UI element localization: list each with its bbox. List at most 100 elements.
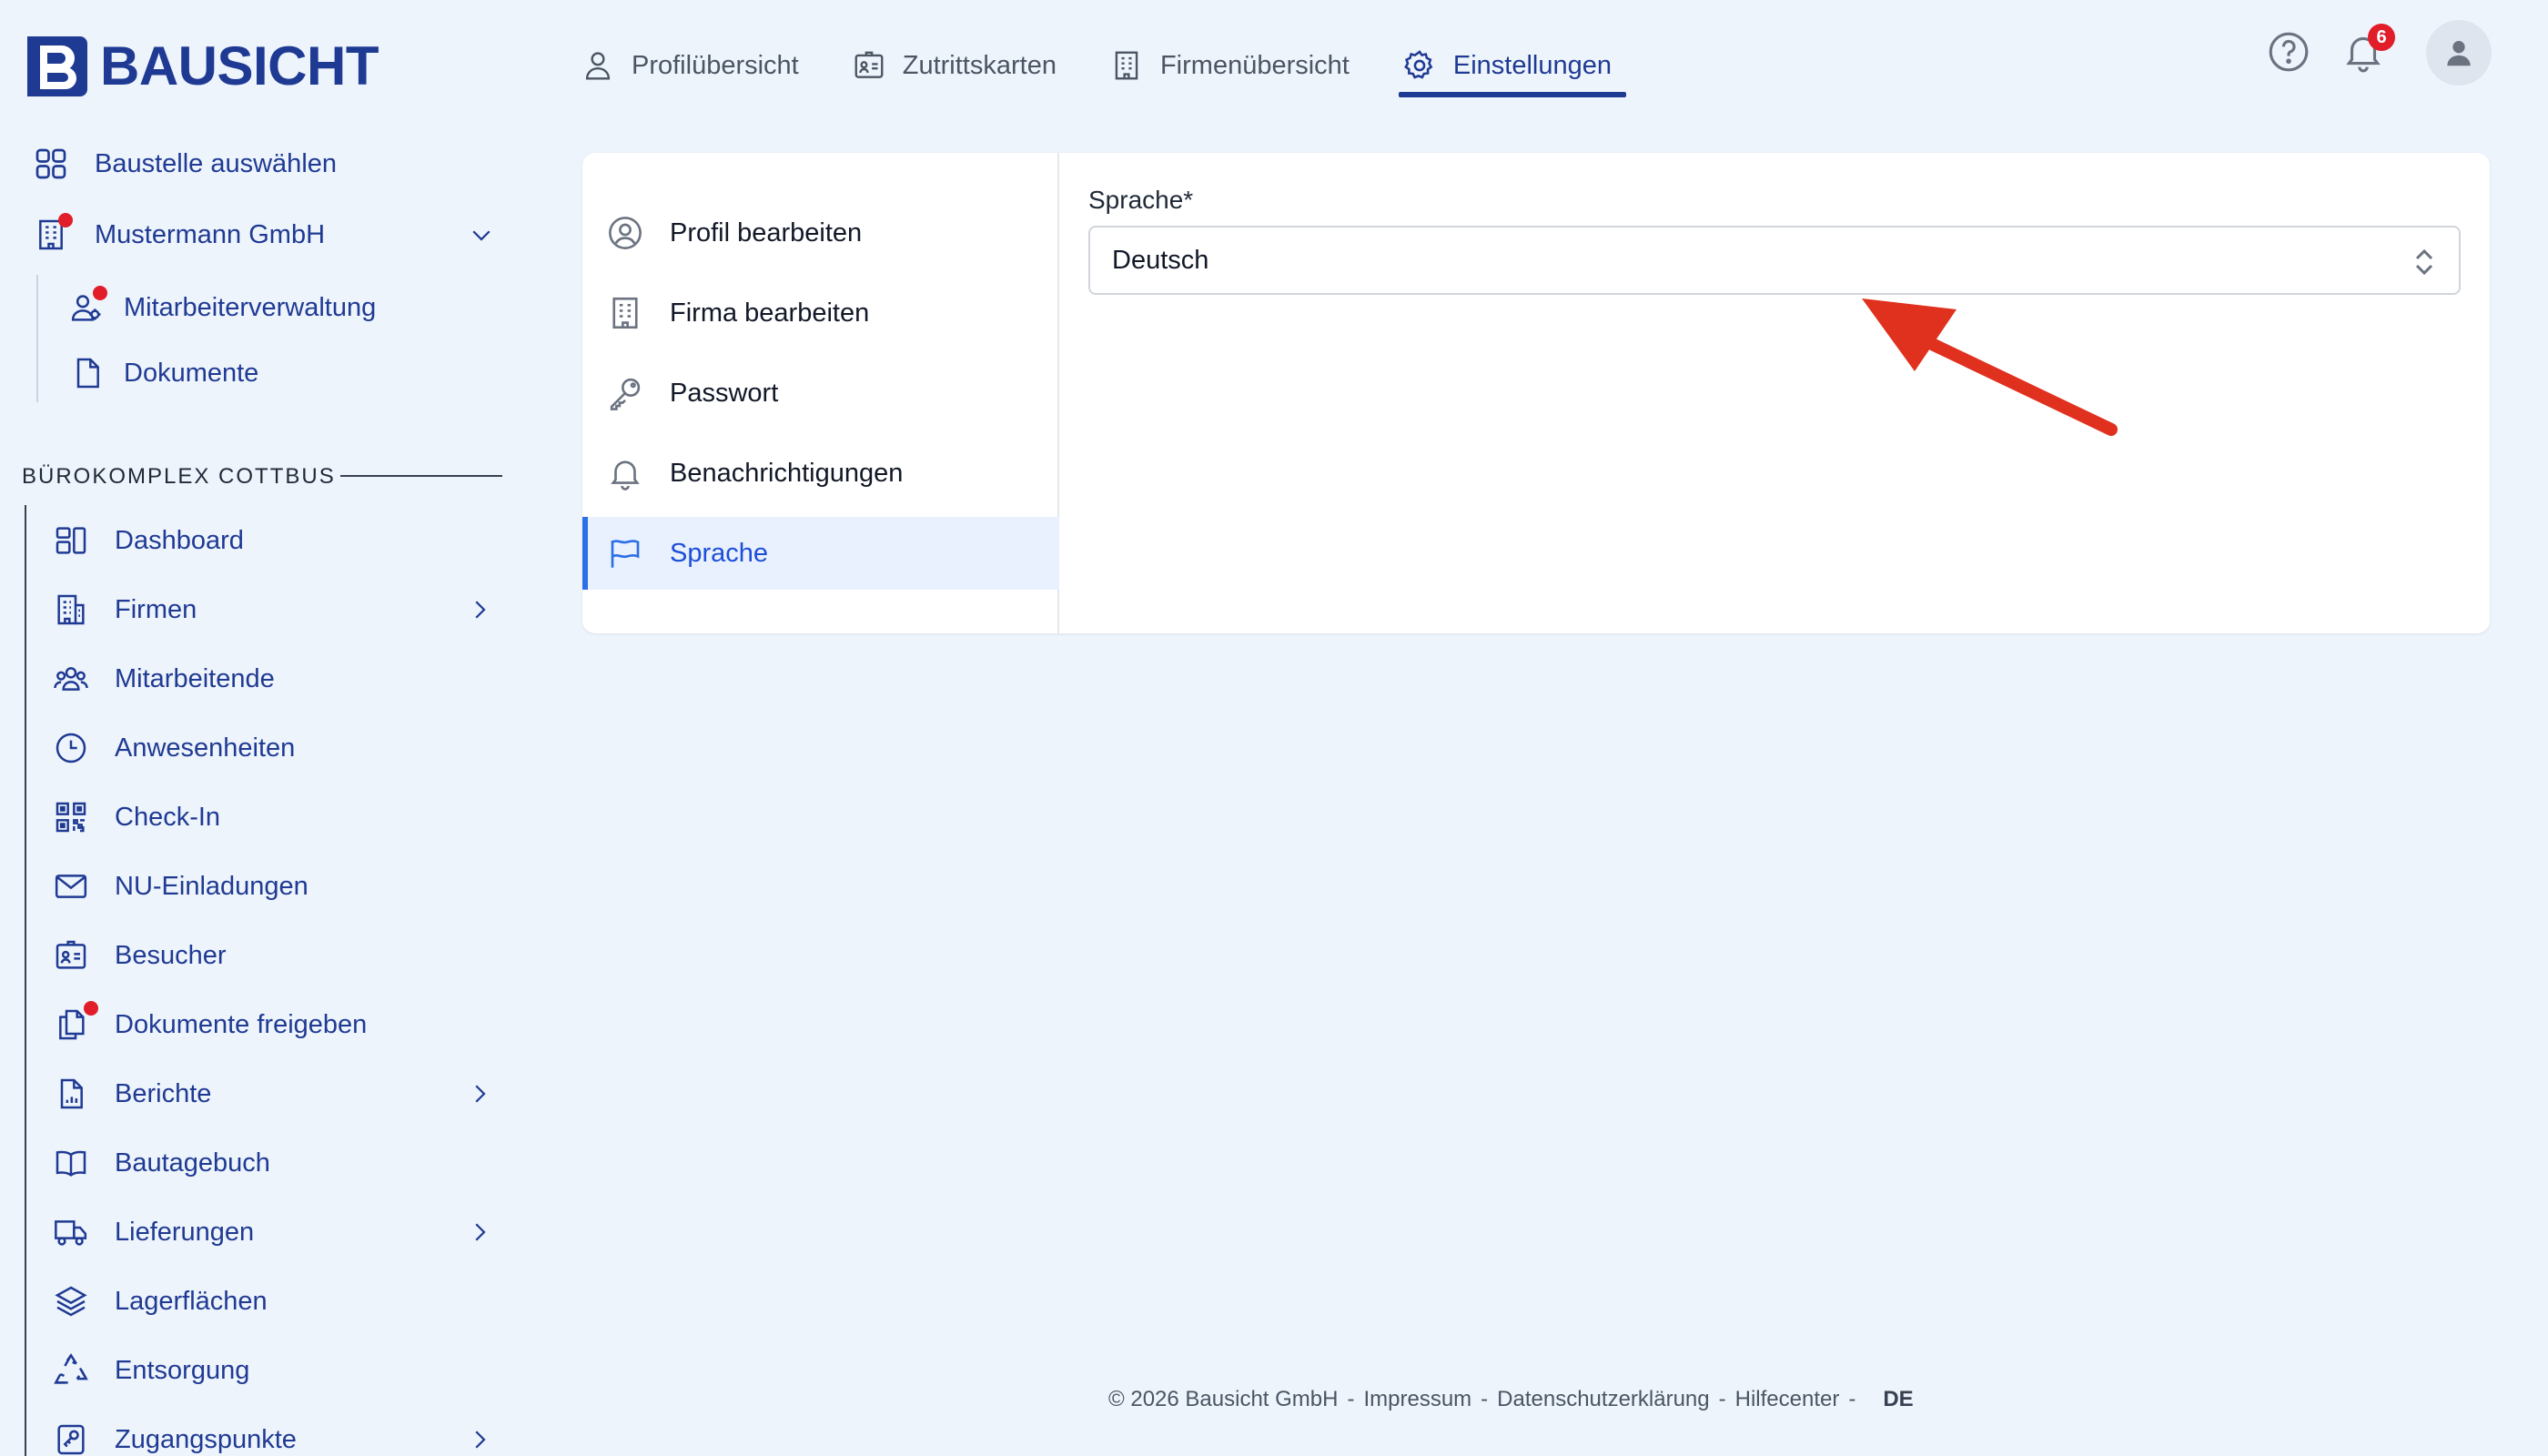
report-icon xyxy=(53,1076,89,1112)
tab-firmenubersicht[interactable]: Firmenübersicht xyxy=(1107,34,1351,97)
notification-dot xyxy=(58,213,73,228)
top-navigation: Profilübersicht Zutrittskarten Firmenübe… xyxy=(579,33,1663,98)
notification-dot xyxy=(84,1001,98,1016)
sidebar-item-label: Dashboard xyxy=(115,525,244,555)
sidebar-item-mitarbeiterverwaltung[interactable]: Mitarbeiterverwaltung xyxy=(69,286,376,326)
menu-item-label: Firma bearbeiten xyxy=(670,298,870,328)
menu-item-label: Passwort xyxy=(670,378,779,408)
sidebar-item-mitarbeitende[interactable]: Mitarbeitende xyxy=(53,661,275,697)
sidebar-item-bautagebuch[interactable]: Bautagebuch xyxy=(53,1145,270,1181)
sidebar-item-lagerflachen[interactable]: Lagerflächen xyxy=(53,1283,268,1320)
language-select[interactable]: Deutsch xyxy=(1088,226,2461,295)
sidebar-item-label: Lieferungen xyxy=(115,1217,255,1247)
bell-icon xyxy=(611,460,640,490)
header-actions: 6 xyxy=(2266,20,2492,86)
footer-copyright: © 2026 Bausicht GmbH xyxy=(1108,1387,1339,1411)
select-updown-icon xyxy=(2415,248,2433,276)
menu-item-sprache[interactable]: Sprache xyxy=(582,517,1059,590)
sidebar-item-nu-einladungen[interactable]: NU-Einladungen xyxy=(53,868,308,905)
sidebar-item-label: Lagerflächen xyxy=(115,1286,268,1316)
tab-label: Zutrittskarten xyxy=(902,50,1057,80)
bausicht-logo-icon xyxy=(27,35,87,96)
tab-profilubersicht[interactable]: Profilübersicht xyxy=(579,34,801,97)
notification-count-badge: 6 xyxy=(2368,24,2395,51)
building-icon xyxy=(53,592,89,628)
sidebar-item-label: Bautagebuch xyxy=(115,1148,270,1178)
building-icon xyxy=(1115,51,1138,80)
sidebar-item-label: Check-In xyxy=(115,802,221,832)
book-icon xyxy=(53,1145,89,1181)
section-divider xyxy=(340,475,502,477)
sidebar-item-berichte[interactable]: Berichte xyxy=(53,1076,495,1112)
avatar-person-icon xyxy=(2447,41,2471,66)
menu-item-profil-bearbeiten[interactable]: Profil bearbeiten xyxy=(582,197,1059,269)
sidebar-item-label: Anwesenheiten xyxy=(115,733,296,763)
sidebar-item-lieferungen[interactable]: Lieferungen xyxy=(53,1214,495,1250)
chevron-down-icon xyxy=(472,230,490,241)
layers-icon xyxy=(53,1283,89,1320)
sidebar-item-label: Berichte xyxy=(115,1078,212,1108)
sidebar-item-label: NU-Einladungen xyxy=(115,871,308,901)
menu-item-benachrichtigungen[interactable]: Benachrichtigungen xyxy=(582,437,1059,510)
user-icon xyxy=(585,52,611,80)
envelope-icon xyxy=(53,868,89,905)
id-card-icon xyxy=(854,51,884,78)
menu-item-label: Benachrichtigungen xyxy=(670,458,904,488)
sidebar-item-check-in[interactable]: Check-In xyxy=(53,799,220,835)
sidebar-item-label: Firmen xyxy=(115,594,197,624)
company-name: Mustermann GmbH xyxy=(95,219,326,249)
settings-card: Profil bearbeiten Firma bearbeiten Passw… xyxy=(582,153,2490,633)
tab-zutrittskarten[interactable]: Zutrittskarten xyxy=(850,34,1058,97)
select-site-link[interactable]: Baustelle auswählen xyxy=(33,146,337,182)
user-circle-icon xyxy=(609,217,642,249)
recycle-icon xyxy=(53,1352,89,1389)
sidebar-item-dokumente[interactable]: Dokumente xyxy=(69,355,258,391)
sidebar-item-label: Entsorgung xyxy=(115,1355,250,1385)
sidebar-item-label: Zugangspunkte xyxy=(115,1424,297,1454)
sidebar-item-dashboard[interactable]: Dashboard xyxy=(53,522,244,559)
sidebar-item-dokumente-freigeben[interactable]: Dokumente freigeben xyxy=(53,1001,368,1043)
help-button[interactable] xyxy=(2266,29,2313,76)
sidebar-item-besucher[interactable]: Besucher xyxy=(53,937,227,974)
footer-separator: - xyxy=(1848,1387,1856,1411)
company-selector[interactable]: Mustermann GmbH xyxy=(33,213,495,253)
notifications-button[interactable]: 6 xyxy=(2341,24,2395,76)
sidebar-item-zugangspunkte[interactable]: Zugangspunkte xyxy=(53,1421,495,1456)
clock-icon xyxy=(53,730,89,766)
users-cog-icon xyxy=(69,286,107,326)
site-section-title: BÜROKOMPLEX COTTBUS xyxy=(22,464,336,489)
tab-label: Profilübersicht xyxy=(632,50,799,80)
menu-item-label: Profil bearbeiten xyxy=(670,217,863,248)
sidebar-item-entsorgung[interactable]: Entsorgung xyxy=(53,1352,249,1389)
footer-link-impressum[interactable]: Impressum xyxy=(1363,1387,1471,1412)
tree-connector xyxy=(36,275,38,402)
menu-item-passwort[interactable]: Passwort xyxy=(582,357,1059,430)
brand-name: BAUSICHT xyxy=(100,35,379,96)
document-icon xyxy=(69,355,106,391)
dashboard-icon xyxy=(53,522,89,559)
truck-icon xyxy=(53,1214,89,1250)
sidebar-item-anwesenheiten[interactable]: Anwesenheiten xyxy=(53,730,295,766)
footer-language-switch[interactable]: DE xyxy=(1883,1387,1913,1412)
footer-link-hilfecenter[interactable]: Hilfecenter xyxy=(1735,1387,1840,1412)
building-icon xyxy=(33,213,73,253)
chevron-right-icon xyxy=(475,1223,486,1241)
language-form: Sprache* xyxy=(1088,186,1193,215)
documents-icon xyxy=(53,1001,98,1043)
key-icon xyxy=(610,378,641,410)
grid-icon xyxy=(33,146,69,182)
sidebar-item-label: Besucher xyxy=(115,940,227,970)
qr-code-icon xyxy=(53,799,89,835)
sidebar-item-label: Dokumente freigeben xyxy=(115,1009,368,1039)
flag-icon xyxy=(611,540,640,568)
brand-logo[interactable]: BAUSICHT xyxy=(27,35,379,97)
building-icon xyxy=(612,297,638,329)
footer-link-datenschutz[interactable]: Datenschutzerklärung xyxy=(1497,1387,1709,1412)
language-field-label: Sprache* xyxy=(1088,186,1194,214)
tab-einstellungen[interactable]: Einstellungen xyxy=(1398,34,1627,97)
language-select-value: Deutsch xyxy=(1112,245,1209,275)
user-avatar[interactable] xyxy=(2426,20,2492,86)
sidebar-item-firmen[interactable]: Firmen xyxy=(53,592,495,628)
menu-item-firma-bearbeiten[interactable]: Firma bearbeiten xyxy=(582,277,1059,349)
access-point-icon xyxy=(53,1421,89,1456)
